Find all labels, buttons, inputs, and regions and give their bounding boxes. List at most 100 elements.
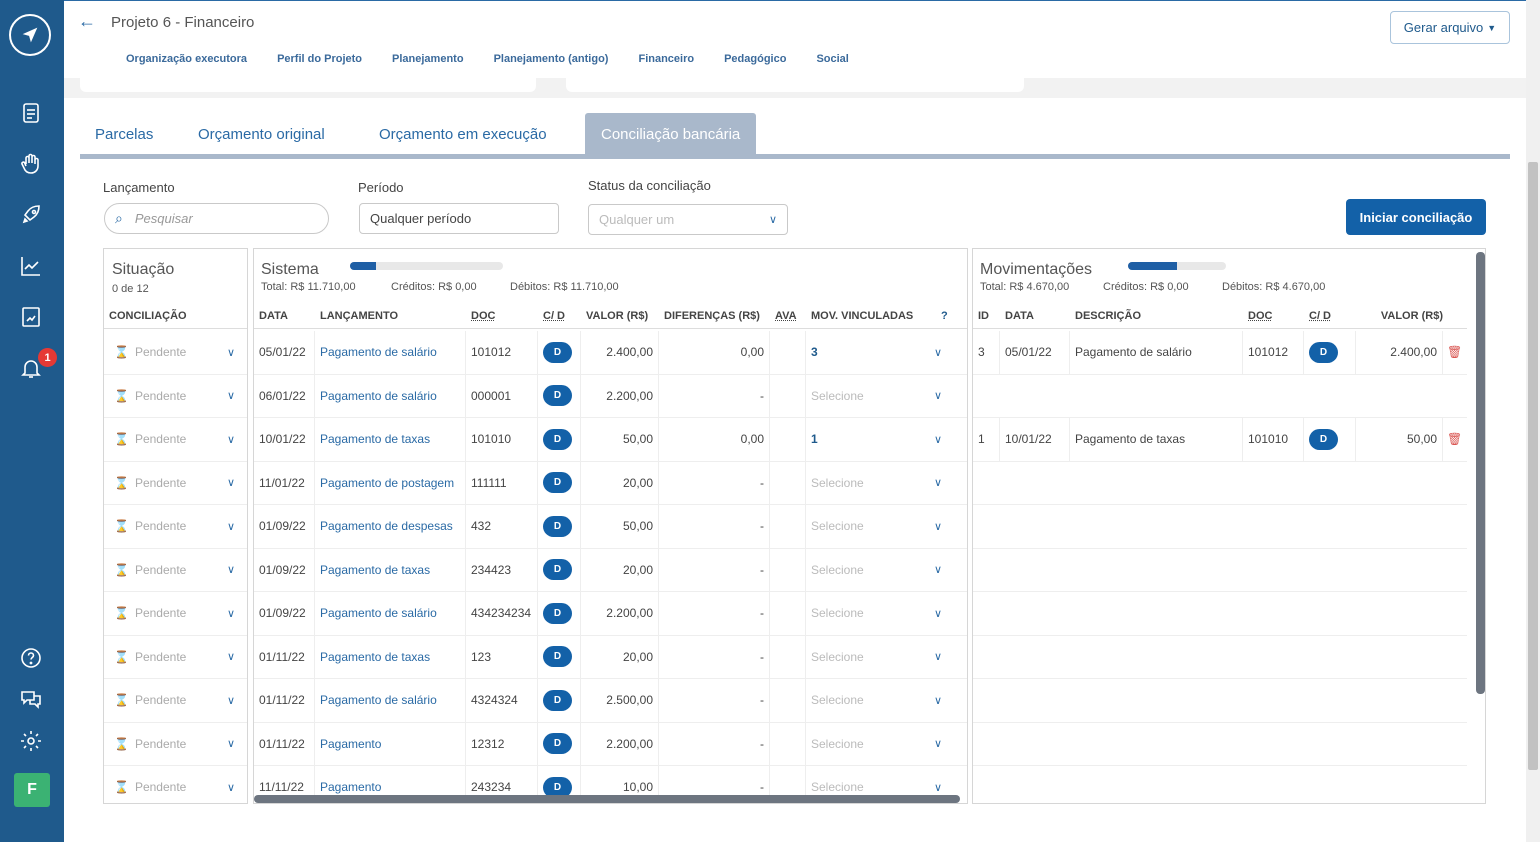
status-dropdown[interactable]: ⌛ Pendente ∨: [104, 432, 247, 446]
lancamento-link[interactable]: Pagamento de taxas: [315, 418, 466, 461]
nav-social[interactable]: Social: [816, 53, 848, 65]
nav-organizacao[interactable]: Organização executora: [126, 53, 247, 65]
mov-vinculadas-select[interactable]: Selecione ∨: [806, 549, 956, 592]
ava-cell: [770, 374, 806, 417]
status-text: Pendente: [134, 562, 187, 577]
valor-cell: 2.200,00: [581, 374, 659, 417]
mov-vinculadas-select[interactable]: Selecione ∨: [806, 723, 956, 766]
status-dropdown[interactable]: ⌛ Pendente ∨: [104, 389, 247, 403]
date-cell: 05/01/22: [1000, 331, 1070, 374]
back-arrow-icon[interactable]: ←: [78, 11, 96, 32]
lancamento-link[interactable]: Pagamento de salário: [315, 331, 466, 374]
nav-financeiro[interactable]: Financeiro: [638, 53, 694, 65]
notification-badge: 1: [38, 348, 57, 367]
col-diferencas: DIFERENÇAS (R$): [664, 309, 760, 322]
mov-vinculadas-select[interactable]: Selecione ∨: [806, 679, 956, 722]
chevron-down-icon: ∨: [933, 564, 942, 577]
date-cell: 11/01/22: [254, 461, 315, 504]
mov-vinculadas-select[interactable]: Selecione ∨: [806, 592, 956, 635]
help-icon[interactable]: [18, 645, 44, 671]
mov-vinculadas-select[interactable]: Selecione ∨: [806, 636, 956, 679]
lancamento-link[interactable]: Pagamento de taxas: [315, 548, 466, 591]
tab-parcelas[interactable]: Parcelas: [95, 113, 153, 155]
status-dropdown[interactable]: ⌛ Pendente ∨: [104, 475, 247, 490]
lancamento-link[interactable]: Pagamento de salário: [315, 374, 466, 417]
gear-icon[interactable]: [18, 728, 44, 754]
row-divider: [973, 504, 1467, 505]
ava-cell: [770, 548, 806, 591]
mov-value: Selecione: [811, 388, 864, 403]
nav-perfil[interactable]: Perfil do Projeto: [277, 53, 362, 65]
status-dropdown[interactable]: ⌛ Pendente ∨: [104, 562, 247, 577]
table-row: 1 10/01/22 Pagamento de taxas 101010 D 50,00 🗑: [973, 418, 1467, 462]
valor-cell: 2.200,00: [581, 722, 659, 765]
mov-header: ID DATA DESCRIÇÃO DOC C/ D VALOR (R$): [973, 303, 1467, 329]
date-cell: 01/11/22: [254, 679, 315, 722]
sidebar: 1 F: [0, 0, 64, 842]
valor-cell: 50,00: [1356, 418, 1443, 461]
status-dropdown[interactable]: ⌛ Pendente ∨: [104, 693, 247, 707]
status-text: Pendente: [134, 606, 187, 621]
lancamento-link[interactable]: Pagamento de despesas: [315, 505, 466, 548]
iniciar-conciliacao-button[interactable]: Iniciar conciliação: [1346, 199, 1486, 235]
mov-vinculadas-select[interactable]: Selecione ∨: [806, 505, 956, 548]
table-row: ⌛ Pendente ∨: [104, 766, 247, 803]
vertical-scrollbar[interactable]: [1476, 252, 1485, 694]
status-dropdown[interactable]: ⌛ Pendente ∨: [104, 780, 247, 794]
status-text: Pendente: [134, 649, 187, 664]
valor-cell: 20,00: [581, 461, 659, 504]
lancamento-link[interactable]: Pagamento de postagem: [315, 461, 466, 504]
mov-vinculadas-select[interactable]: Selecione ∨: [806, 375, 956, 418]
mov-vinculadas-select[interactable]: 3 ∨: [806, 331, 956, 374]
avatar[interactable]: F: [14, 773, 50, 807]
sistema-debitos: Débitos: R$ 11.710,00: [510, 281, 619, 293]
valor-cell: 2.200,00: [581, 592, 659, 635]
tab-underline: [80, 154, 1510, 159]
nav-pedagogico[interactable]: Pedagógico: [724, 53, 786, 65]
doc-cell: 111111: [466, 461, 538, 504]
tab-orcamento-original[interactable]: Orçamento original: [198, 113, 325, 155]
status-select[interactable]: Qualquer um ∨: [588, 204, 788, 235]
diferenca-cell: 0,00: [659, 418, 770, 461]
help-icon[interactable]: ?: [936, 310, 948, 322]
page-scrollbar[interactable]: [1526, 0, 1540, 842]
col-valor: VALOR (R$): [586, 309, 649, 322]
lancamento-link[interactable]: Pagamento: [315, 722, 466, 765]
lancamento-link[interactable]: Pagamento de taxas: [315, 635, 466, 678]
mov-vinculadas-select[interactable]: Selecione ∨: [806, 462, 956, 505]
gerar-arquivo-button[interactable]: Gerar arquivo ▼: [1390, 11, 1510, 44]
nav-planejamento-antigo[interactable]: Planejamento (antigo): [494, 53, 609, 65]
trash-icon[interactable]: 🗑: [1447, 345, 1462, 359]
status-dropdown[interactable]: ⌛ Pendente ∨: [104, 519, 247, 533]
status-text: Pendente: [134, 475, 187, 490]
report-icon[interactable]: [18, 304, 44, 330]
date-cell: 10/01/22: [1000, 418, 1070, 461]
chat-icon[interactable]: [18, 686, 44, 712]
status-dropdown[interactable]: ⌛ Pendente ∨: [104, 606, 247, 621]
document-icon[interactable]: [18, 100, 44, 126]
horizontal-scrollbar[interactable]: [254, 795, 960, 803]
lancamento-link[interactable]: Pagamento de salário: [315, 592, 466, 635]
gerar-label: Gerar arquivo: [1403, 20, 1484, 35]
periodo-field[interactable]: Qualquer período: [359, 203, 559, 234]
tab-conciliacao[interactable]: Conciliação bancária: [585, 113, 757, 155]
chevron-down-icon: ∨: [226, 607, 235, 620]
hand-icon[interactable]: [18, 151, 44, 177]
logo-icon[interactable]: [9, 14, 51, 56]
diferenca-cell: -: [659, 635, 770, 678]
nav-planejamento[interactable]: Planejamento: [392, 53, 464, 65]
status-dropdown[interactable]: ⌛ Pendente ∨: [104, 649, 247, 664]
lancamento-link[interactable]: Pagamento de salário: [315, 679, 466, 722]
chart-icon[interactable]: [18, 253, 44, 279]
trash-icon[interactable]: 🗑: [1447, 432, 1462, 446]
status-dropdown[interactable]: ⌛ Pendente ∨: [104, 345, 247, 359]
tab-orcamento-execucao[interactable]: Orçamento em execução: [379, 113, 547, 155]
valor-cell: 50,00: [581, 418, 659, 461]
cd-cell: D: [538, 635, 581, 678]
search-input[interactable]: ⌕ Pesquisar: [104, 203, 329, 234]
status-dropdown[interactable]: ⌛ Pendente ∨: [104, 737, 247, 751]
mov-vinculadas-select[interactable]: 1 ∨: [806, 418, 956, 461]
date-cell: 06/01/22: [254, 374, 315, 417]
chevron-down-icon: ∨: [933, 694, 942, 707]
rocket-icon[interactable]: [18, 202, 44, 228]
